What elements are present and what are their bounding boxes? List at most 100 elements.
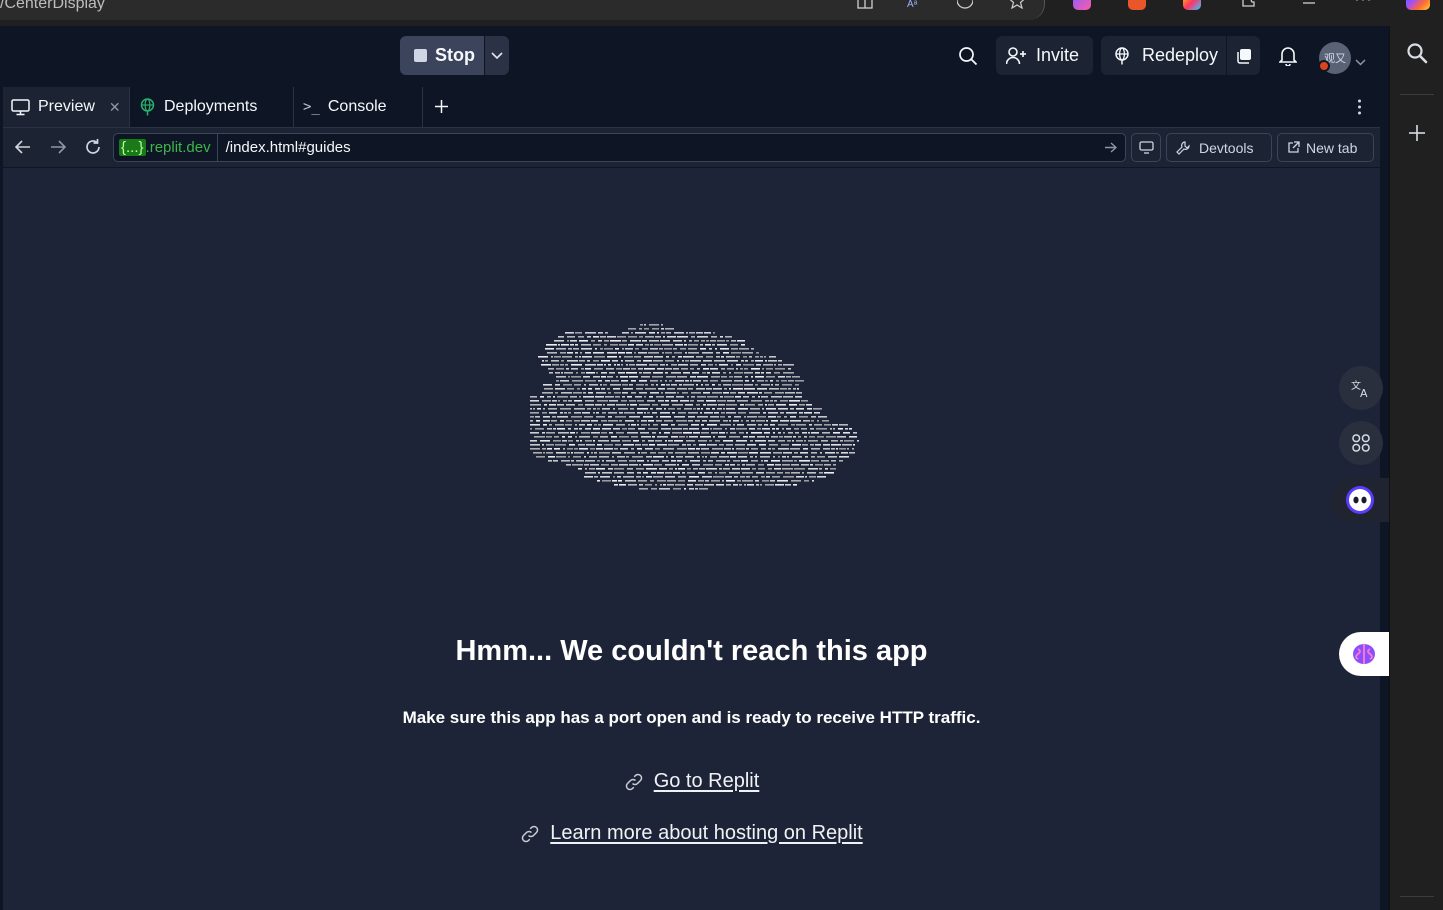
search-icon[interactable] <box>948 36 987 75</box>
cloud-ascii-stroke <box>602 460 604 462</box>
devtools-button[interactable]: Devtools <box>1166 133 1272 162</box>
cloud-ascii-stroke <box>652 376 663 378</box>
cloud-ascii-stroke <box>627 396 632 398</box>
cloud-ascii-stroke <box>666 364 668 366</box>
tab-preview[interactable]: Preview ✕ <box>3 87 129 127</box>
cloud-ascii-stroke <box>639 404 650 406</box>
cloud-ascii-stroke <box>704 484 714 486</box>
cloud-ascii-stroke <box>780 412 784 414</box>
cloud-ascii-stroke <box>778 364 782 366</box>
hosting-docs-link[interactable]: Learn more about hosting on Replit <box>3 822 1380 845</box>
reload-icon[interactable] <box>82 136 104 158</box>
bot-face-icon <box>1345 486 1374 514</box>
redeploy-button[interactable]: Redeploy <box>1101 36 1226 75</box>
cloud-ascii-stroke <box>772 428 775 430</box>
deploy-options-button[interactable] <box>1227 36 1260 75</box>
cloud-ascii-stroke <box>660 340 670 342</box>
cloud-ascii-stroke <box>602 428 611 430</box>
cloud-ascii-stroke <box>778 424 788 426</box>
cloud-ascii-stroke <box>664 408 666 410</box>
cloud-ascii-stroke <box>662 344 673 346</box>
cloud-ascii-stroke <box>778 376 785 378</box>
stop-options-chevron-icon[interactable] <box>485 36 509 75</box>
ai-brain-tab[interactable] <box>1339 632 1389 676</box>
cloud-ascii-stroke <box>563 448 565 450</box>
tab-divider <box>422 87 423 127</box>
go-to-replit-link[interactable]: Go to Replit <box>3 770 1380 793</box>
assistant-bot-button[interactable] <box>1330 478 1389 522</box>
go-arrow-icon[interactable] <box>1104 142 1125 153</box>
collections-icon[interactable] <box>1298 0 1320 10</box>
tab-deployments[interactable]: Deployments <box>130 87 293 127</box>
go-to-replit-link-label[interactable]: Go to Replit <box>654 770 760 793</box>
favorite-star-icon[interactable] <box>1008 0 1026 10</box>
tab-console[interactable]: >_ Console <box>294 87 422 127</box>
cloud-ascii-stroke <box>593 408 596 410</box>
cloud-ascii-stroke <box>593 352 604 354</box>
split-screen-icon[interactable] <box>856 0 874 10</box>
copilot-icon[interactable] <box>1406 0 1430 10</box>
cloud-ascii-stroke <box>637 420 639 422</box>
extensions-puzzle-icon[interactable] <box>1239 0 1257 10</box>
preview-url-input[interactable]: {...} .replit.dev /index.html#guides <box>113 133 1126 162</box>
account-chevron-down-icon[interactable] <box>1355 53 1366 71</box>
extension-color-icon[interactable] <box>1183 0 1201 10</box>
pane-menu-kebab-icon[interactable] <box>1357 99 1362 120</box>
cloud-ascii-stroke <box>771 436 778 438</box>
new-tab-button[interactable]: New tab <box>1277 133 1374 162</box>
extension-brain-icon[interactable] <box>1073 0 1091 10</box>
cloud-ascii-stroke <box>602 412 606 414</box>
cloud-ascii-stroke <box>729 372 731 374</box>
translate-button[interactable]: 文A <box>1339 366 1383 410</box>
browser-url-text[interactable]: /CenterDisplay <box>0 0 105 13</box>
cloud-ascii-stroke <box>581 420 590 422</box>
cloud-ascii-stroke <box>793 484 797 486</box>
device-preview-button[interactable] <box>1131 133 1161 162</box>
cloud-ascii-stroke <box>755 372 760 374</box>
close-tab-icon[interactable]: ✕ <box>109 99 121 116</box>
cloud-ascii-stroke <box>631 368 636 370</box>
back-arrow-icon[interactable] <box>12 136 34 158</box>
add-icon[interactable] <box>1408 124 1426 147</box>
emoji-icon[interactable] <box>956 0 974 10</box>
cloud-ascii-stroke <box>644 356 653 358</box>
read-aloud-icon[interactable]: Aᵃ <box>906 0 928 10</box>
cloud-ascii-stroke <box>802 444 808 446</box>
cloud-ascii-stroke <box>656 416 658 418</box>
hosting-docs-link-label[interactable]: Learn more about hosting on Replit <box>550 822 862 845</box>
cloud-ascii-stroke <box>642 340 647 342</box>
more-menu-icon[interactable] <box>1354 0 1372 10</box>
cloud-ascii-stroke <box>701 432 709 434</box>
url-path[interactable]: /index.html#guides <box>218 139 1104 156</box>
browser-url-strip[interactable]: /CenterDisplay <box>0 0 1045 20</box>
cloud-ascii-stroke <box>615 348 619 350</box>
apps-grid-button[interactable] <box>1339 421 1383 465</box>
search-icon[interactable] <box>1406 42 1428 69</box>
add-tab-icon[interactable] <box>434 99 449 119</box>
notifications-bell-icon[interactable] <box>1268 36 1307 75</box>
cloud-ascii-stroke <box>644 328 649 330</box>
stop-button[interactable]: Stop <box>400 36 484 75</box>
cloud-ascii-stroke <box>557 404 564 406</box>
cloud-ascii-stroke <box>727 400 735 402</box>
cloud-ascii-stroke <box>782 464 790 466</box>
forward-arrow-icon[interactable] <box>47 136 69 158</box>
cloud-ascii-stroke <box>770 380 773 382</box>
cloud-ascii-stroke <box>762 428 770 430</box>
cloud-ascii-stroke <box>766 420 768 422</box>
invite-button[interactable]: Invite <box>996 36 1093 75</box>
cloud-ascii-stroke <box>816 428 827 430</box>
cloud-ascii-stroke <box>628 424 630 426</box>
cloud-ascii-stroke <box>715 364 717 366</box>
cloud-ascii-stroke <box>677 376 687 378</box>
cloud-ascii-stroke <box>811 416 816 418</box>
cloud-ascii-stroke <box>619 464 628 466</box>
cloud-ascii-stroke <box>742 352 753 354</box>
cloud-ascii-stroke <box>565 364 568 366</box>
cloud-ascii-stroke <box>610 340 621 342</box>
cloud-ascii-stroke <box>558 336 564 338</box>
extension-fox-icon[interactable] <box>1128 0 1146 10</box>
cloud-ascii-stroke <box>700 344 703 346</box>
cloud-ascii-stroke <box>564 412 567 414</box>
error-subtitle: Make sure this app has a port open and i… <box>402 708 981 727</box>
